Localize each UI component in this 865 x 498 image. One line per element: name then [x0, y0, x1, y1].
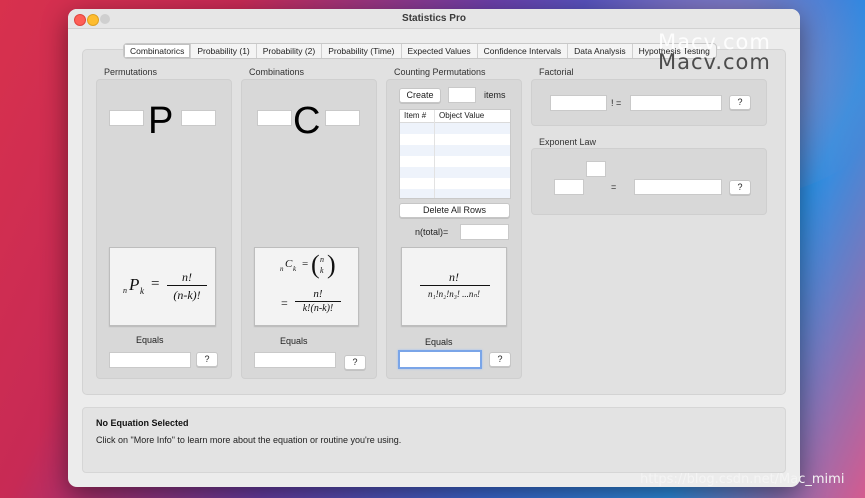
table-row[interactable]: [400, 123, 510, 134]
tab-probability-time[interactable]: Probability (Time): [322, 44, 402, 58]
title-bar: Statistics Pro: [68, 9, 800, 29]
combinations-equals-label: Equals: [280, 336, 308, 346]
combinations-k-input[interactable]: [325, 110, 360, 126]
tab-confidence-intervals[interactable]: Confidence Intervals: [478, 44, 569, 58]
watermark-top-dark: Macv.com: [658, 50, 771, 74]
table-row[interactable]: [400, 156, 510, 167]
items-count-input[interactable]: [448, 87, 476, 103]
info-text: Click on "More Info" to learn more about…: [96, 435, 402, 445]
watermark-url: https://blog.csdn.net/Mac_mimi: [640, 472, 845, 487]
counting-result-field[interactable]: [398, 350, 482, 369]
tab-data-analysis[interactable]: Data Analysis: [568, 44, 633, 58]
permutations-formula-button[interactable]: n P k = n! (n-k)!: [109, 247, 216, 326]
window-title: Statistics Pro: [402, 13, 466, 24]
exponent-operator: =: [611, 182, 617, 192]
items-label: items: [484, 90, 506, 100]
counting-equals-label: Equals: [425, 337, 453, 347]
info-title: No Equation Selected: [96, 418, 189, 428]
tab-probability-1[interactable]: Probability (1): [191, 44, 257, 58]
permutations-k-input[interactable]: [181, 110, 216, 126]
table-row[interactable]: [400, 178, 510, 189]
combinations-help-button[interactable]: ?: [344, 355, 366, 370]
items-table-header: Item # Object Value: [400, 110, 510, 123]
permutations-symbol: P: [148, 100, 174, 142]
factorial-operator: ! =: [611, 98, 622, 108]
counting-permutations-label: Counting Permutations: [394, 67, 486, 77]
item-number-column-header: Item #: [404, 111, 427, 120]
table-row[interactable]: [400, 167, 510, 178]
object-value-column-header: Object Value: [439, 111, 485, 120]
permutations-help-button[interactable]: ?: [196, 352, 218, 367]
permutations-n-input[interactable]: [109, 110, 144, 126]
combinations-n-input[interactable]: [257, 110, 292, 126]
combinations-symbol: C: [293, 100, 321, 142]
factorial-input[interactable]: [550, 95, 607, 111]
factorial-result-field[interactable]: [630, 95, 722, 111]
table-row[interactable]: [400, 134, 510, 145]
combinations-result-field[interactable]: [254, 352, 336, 368]
combinations-label: Combinations: [249, 67, 305, 77]
counting-help-button[interactable]: ?: [489, 352, 511, 367]
create-button[interactable]: Create: [399, 88, 441, 103]
permutations-label: Permutations: [104, 67, 158, 77]
exponent-result-field[interactable]: [634, 179, 722, 195]
n-total-input[interactable]: [460, 224, 509, 240]
tab-probability-2[interactable]: Probability (2): [257, 44, 323, 58]
info-panel: No Equation Selected Click on "More Info…: [82, 407, 786, 473]
exponent-law-label: Exponent Law: [539, 137, 597, 147]
exponent-help-button[interactable]: ?: [729, 180, 751, 195]
tab-bar: Combinatorics Probability (1) Probabilit…: [123, 43, 717, 59]
items-table[interactable]: Item # Object Value: [399, 109, 511, 199]
table-row[interactable]: [400, 189, 510, 198]
tab-expected-values[interactable]: Expected Values: [402, 44, 478, 58]
n-total-label: n(total)=: [415, 227, 449, 237]
factorial-label: Factorial: [539, 67, 574, 77]
permutations-equals-label: Equals: [136, 335, 164, 345]
exponent-power-input[interactable]: [586, 161, 606, 177]
exponent-base-input[interactable]: [554, 179, 584, 195]
factorial-help-button[interactable]: ?: [729, 95, 751, 110]
delete-all-rows-button[interactable]: Delete All Rows: [399, 203, 510, 218]
app-window: Statistics Pro Combinatorics Probability…: [68, 9, 800, 487]
tab-combinatorics[interactable]: Combinatorics: [124, 44, 192, 58]
table-row[interactable]: [400, 145, 510, 156]
permutations-result-field[interactable]: [109, 352, 191, 368]
combinations-formula-button[interactable]: n C k = ( n k ) = n! k!(n-k)!: [254, 247, 359, 326]
counting-formula-button[interactable]: n! n₁!n₂!n₃! ...nₙ!: [401, 247, 507, 326]
